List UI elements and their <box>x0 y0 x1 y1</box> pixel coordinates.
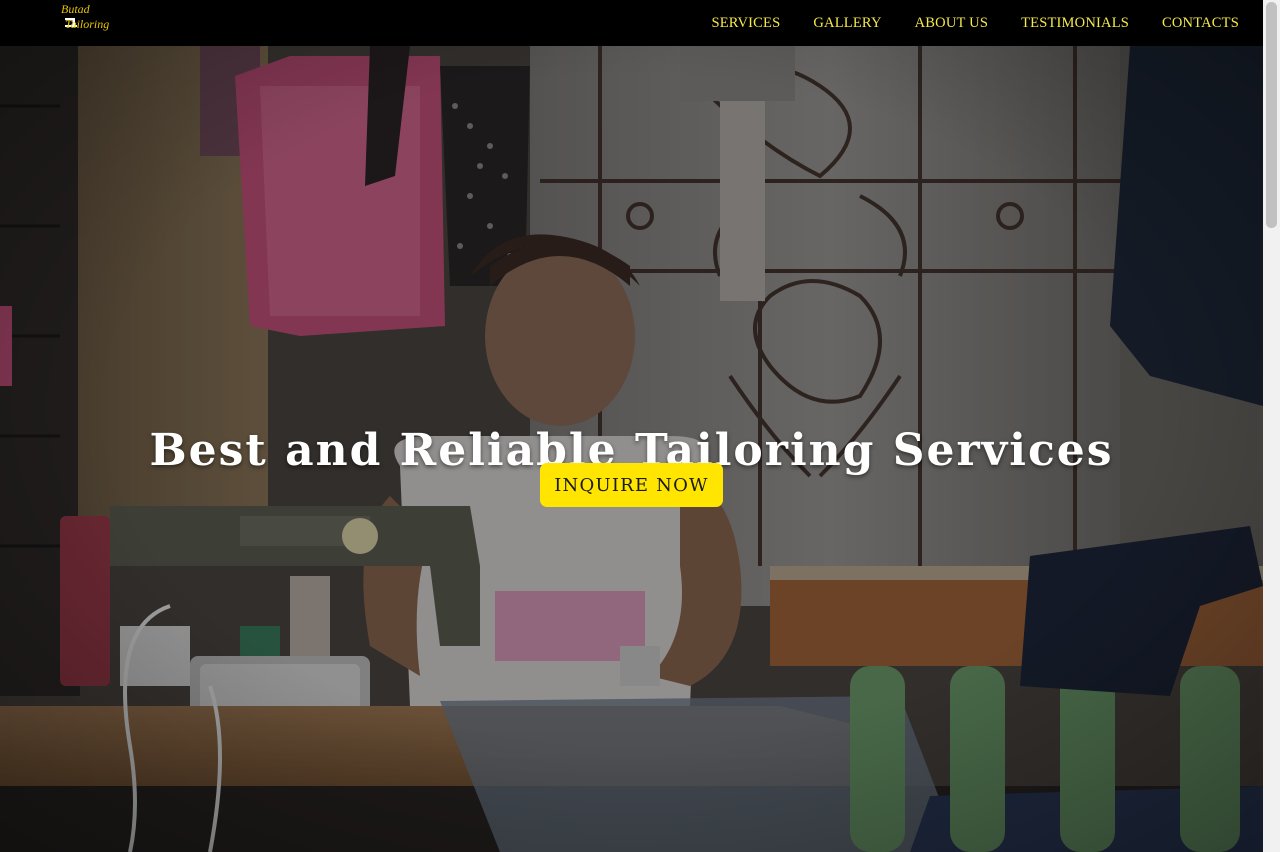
nav-link-about-us[interactable]: ABOUT US <box>915 15 988 32</box>
brand-name-line2: Tailoring <box>65 17 110 31</box>
inquire-now-button[interactable]: INQUIRE NOW <box>540 463 723 507</box>
nav-link-contacts[interactable]: CONTACTS <box>1162 15 1239 32</box>
top-navbar: Butad Tailoring SERVICES GALLERY ABOUT U… <box>0 0 1263 46</box>
nav-link-testimonials[interactable]: TESTIMONIALS <box>1021 15 1129 32</box>
scrollbar-thumb[interactable] <box>1266 2 1277 228</box>
main-nav: SERVICES GALLERY ABOUT US TESTIMONIALS C… <box>678 0 1239 46</box>
brand-name-line1: Butad <box>61 2 90 16</box>
brand-logo[interactable]: Butad Tailoring <box>60 2 114 36</box>
nav-link-gallery[interactable]: GALLERY <box>813 15 881 32</box>
page-scrollbar[interactable] <box>1263 0 1280 852</box>
nav-link-services[interactable]: SERVICES <box>711 15 780 32</box>
hero-section: Best and Reliable Tailoring Services INQ… <box>0 46 1263 852</box>
